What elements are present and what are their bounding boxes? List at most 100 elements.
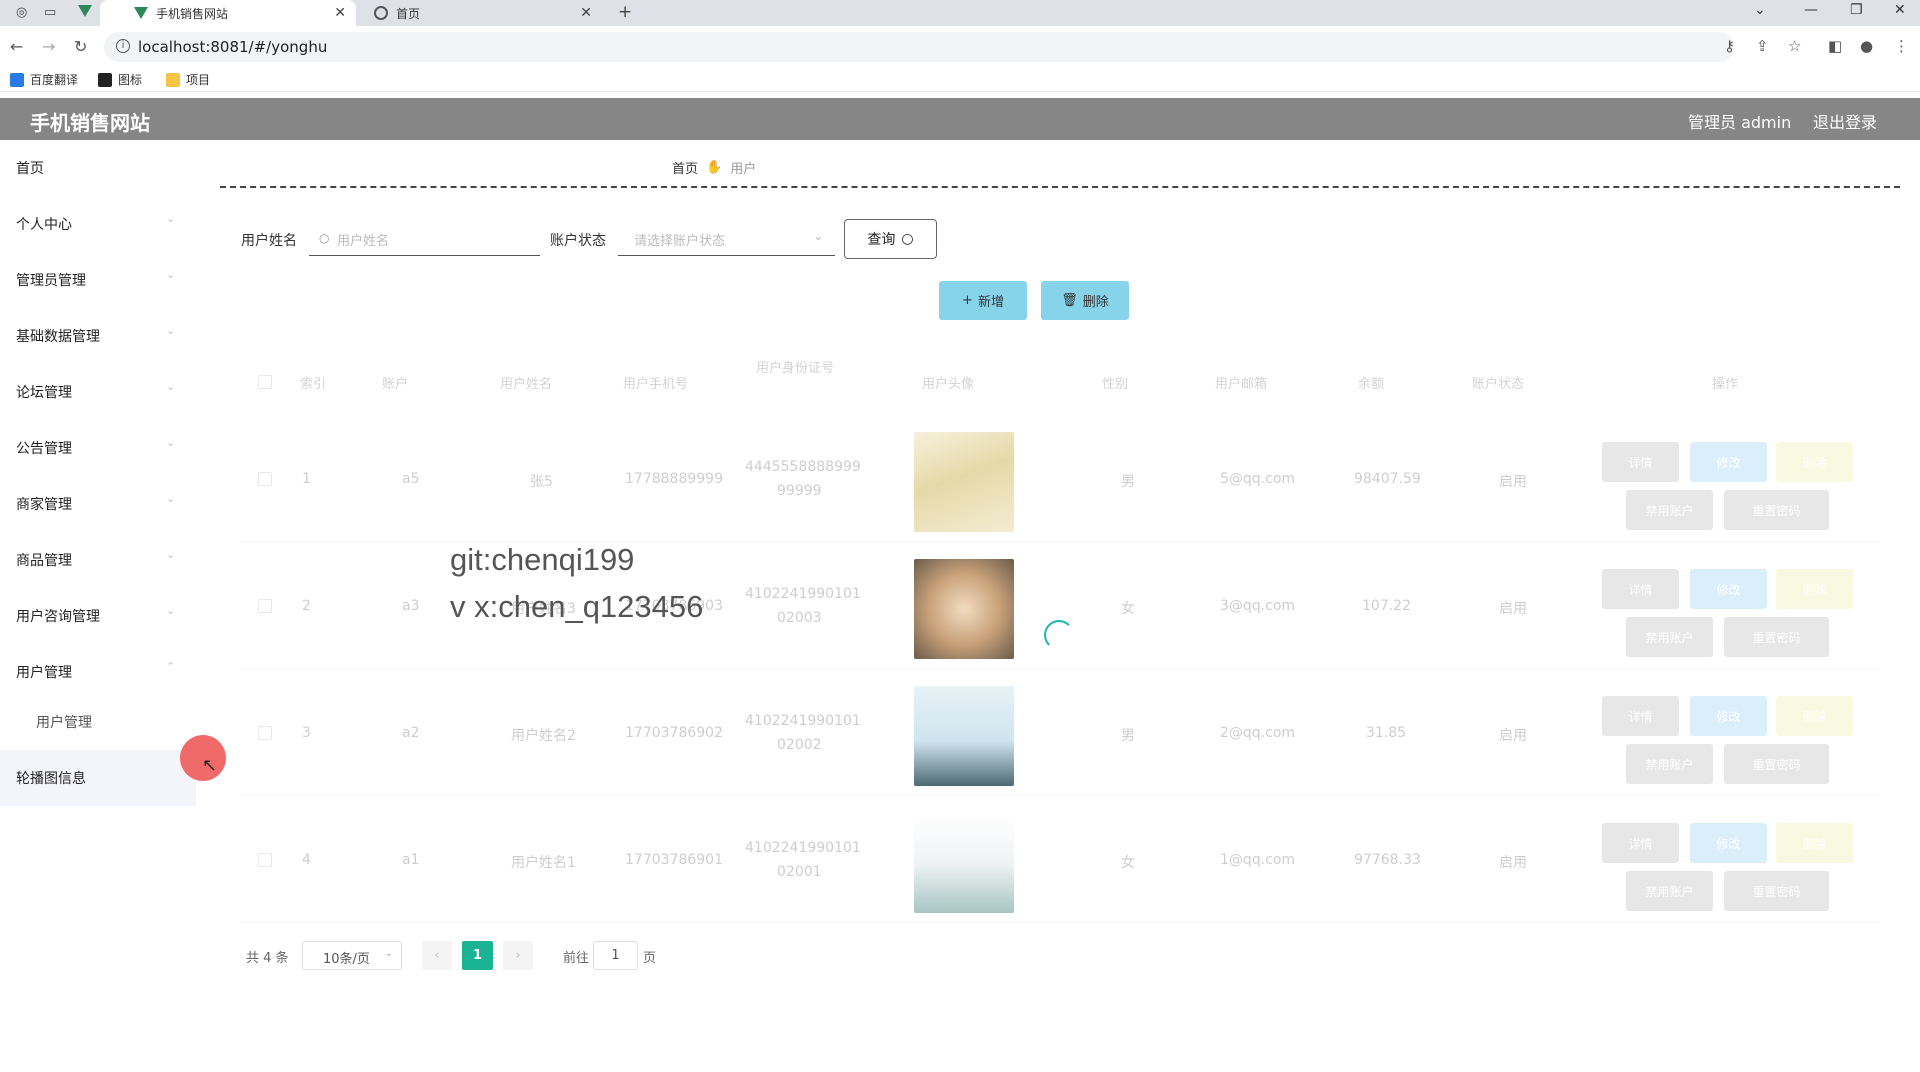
goto-page-input[interactable]: 1 — [593, 941, 638, 970]
delete-row-button[interactable]: 删除 — [1776, 696, 1853, 736]
cell-index: 2 — [302, 598, 311, 614]
restore-icon[interactable]: ❐ — [1850, 2, 1863, 18]
sidebar-item-goods[interactable]: 商品管理 ⌄ — [0, 532, 196, 588]
sidebar-item-basic-data[interactable]: 基础数据管理 ⌄ — [0, 308, 196, 364]
loading-spinner-icon — [1044, 620, 1074, 650]
info-icon[interactable]: i — [116, 39, 130, 53]
forward-icon[interactable]: → — [42, 37, 55, 56]
reload-icon[interactable]: ↻ — [74, 37, 87, 56]
sidebar-item-consult[interactable]: 用户咨询管理 ⌄ — [0, 588, 196, 644]
bookmark-translate[interactable]: 百度翻译 — [10, 71, 78, 88]
status-placeholder: 请选择账户状态 — [634, 234, 726, 249]
row-checkbox[interactable] — [258, 472, 272, 486]
page-number-current[interactable]: 1 — [462, 941, 493, 970]
row-checkbox[interactable] — [258, 599, 272, 613]
sidebar-item-carousel[interactable]: 轮播图信息 — [0, 750, 196, 806]
edit-button[interactable]: 修改 — [1690, 442, 1767, 482]
col-account[interactable]: 账户 — [382, 373, 408, 392]
edit-button[interactable]: 修改 — [1690, 823, 1767, 863]
menu-dots-icon[interactable]: ⋮ — [1894, 37, 1909, 55]
disable-account-button[interactable]: 禁用账户 — [1626, 744, 1713, 784]
sidebar-item-forum[interactable]: 论坛管理 ⌄ — [0, 364, 196, 420]
close-window-icon[interactable]: ✕ — [1894, 2, 1906, 18]
col-idcard[interactable]: 用户身份证号 — [756, 357, 834, 376]
sidebar-item-users[interactable]: 用户管理 ⌃ — [0, 644, 196, 700]
detail-button[interactable]: 详情 — [1602, 823, 1679, 863]
sidepanel-icon[interactable]: ◧ — [1828, 37, 1842, 55]
detail-button[interactable]: 详情 — [1602, 696, 1679, 736]
select-all-checkbox[interactable] — [258, 375, 272, 389]
bookmark-project[interactable]: 项目 — [166, 71, 210, 88]
sidebar-item-label: 用户咨询管理 — [16, 609, 100, 625]
disable-account-button[interactable]: 禁用账户 — [1626, 871, 1713, 911]
cell-balance: 97768.33 — [1354, 852, 1421, 868]
page-size-select[interactable]: 10条/页 ⌄ — [302, 941, 402, 970]
batch-delete-button[interactable]: 🗑 删除 — [1041, 281, 1129, 320]
sidebar-subitem-users[interactable]: 用户管理 — [0, 696, 196, 746]
col-balance[interactable]: 余额 — [1358, 373, 1384, 392]
sidebar-item-merchant[interactable]: 商家管理 ⌄ — [0, 476, 196, 532]
profile-icon[interactable]: ● — [1860, 37, 1873, 55]
table-row: 1 a5 张5 17788889999 4445558888999 99999 … — [240, 415, 1880, 542]
prev-page-button[interactable]: ‹ — [422, 941, 452, 970]
bookmark-icons[interactable]: 图标 — [98, 71, 142, 88]
page-size-value: 10条/页 — [323, 952, 370, 967]
new-tab-button[interactable]: + — [618, 2, 632, 22]
disable-account-button[interactable]: 禁用账户 — [1626, 490, 1713, 530]
status-select[interactable]: 请选择账户状态 ⌄ — [618, 222, 835, 256]
col-avatar[interactable]: 用户头像 — [922, 373, 974, 392]
sidebar-item-profile[interactable]: 个人中心 ⌄ — [0, 196, 196, 252]
sidebar-item-label: 论坛管理 — [16, 385, 72, 401]
url-field[interactable]: i localhost:8081/#/yonghu — [104, 32, 1734, 62]
sidebar-item-admins[interactable]: 管理员管理 ⌄ — [0, 252, 196, 308]
minimize-icon[interactable]: — — [1804, 2, 1818, 18]
edit-button[interactable]: 修改 — [1690, 696, 1767, 736]
sidebar-item-label: 商家管理 — [16, 497, 72, 513]
globe-icon[interactable]: ◎ — [16, 5, 27, 20]
delete-row-button[interactable]: 删除 — [1776, 569, 1853, 609]
star-icon[interactable]: ☆ — [1788, 37, 1801, 55]
cell-account: a2 — [402, 725, 420, 741]
add-button[interactable]: + 新增 — [939, 281, 1027, 320]
col-status[interactable]: 账户状态 — [1472, 373, 1524, 392]
delete-row-button[interactable]: 删除 — [1776, 442, 1853, 482]
address-bar: ← → ↻ i localhost:8081/#/yonghu ⚷ ⇪ ☆ ◧ … — [0, 26, 1920, 68]
sidebar-item-notice[interactable]: 公告管理 ⌄ — [0, 420, 196, 476]
cell-idcard-2: 99999 — [777, 483, 822, 499]
row-checkbox[interactable] — [258, 726, 272, 740]
detail-button[interactable]: 详情 — [1602, 569, 1679, 609]
breadcrumb-home[interactable]: 首页 — [672, 158, 698, 177]
reset-password-button[interactable]: 重置密码 — [1724, 871, 1829, 911]
close-icon[interactable]: ✕ — [334, 5, 346, 21]
blank-tab-icon[interactable]: ▭ — [44, 5, 56, 20]
key-icon[interactable]: ⚷ — [1724, 37, 1735, 55]
detail-button[interactable]: 详情 — [1602, 442, 1679, 482]
close-icon[interactable]: ✕ — [580, 5, 592, 21]
reset-password-button[interactable]: 重置密码 — [1724, 617, 1829, 657]
name-search-input[interactable]: ○ 用户姓名 — [309, 222, 540, 256]
logout-link[interactable]: 退出登录 — [1813, 109, 1877, 133]
admin-label: 管理员 admin — [1688, 113, 1792, 132]
status-label: 账户状态 — [550, 233, 606, 249]
tab-active[interactable]: 手机销售网站 ✕ — [100, 0, 356, 26]
tab-search-icon[interactable]: ⌄ — [1754, 2, 1766, 18]
back-icon[interactable]: ← — [10, 37, 23, 56]
cell-index: 1 — [302, 471, 311, 487]
row-checkbox[interactable] — [258, 853, 272, 867]
col-email[interactable]: 用户邮箱 — [1215, 373, 1267, 392]
col-name[interactable]: 用户姓名 — [500, 373, 552, 392]
vue-tab-icon[interactable] — [78, 5, 92, 21]
disable-account-button[interactable]: 禁用账户 — [1626, 617, 1713, 657]
next-page-button[interactable]: › — [503, 941, 533, 970]
tab-home[interactable]: 首页 ✕ — [362, 0, 602, 26]
reset-password-button[interactable]: 重置密码 — [1724, 744, 1829, 784]
col-gender[interactable]: 性别 — [1102, 373, 1128, 392]
sidebar-item-home[interactable]: 首页 — [0, 140, 196, 196]
cell-phone: 17788889999 — [625, 471, 723, 487]
edit-button[interactable]: 修改 — [1690, 569, 1767, 609]
reset-password-button[interactable]: 重置密码 — [1724, 490, 1829, 530]
query-button[interactable]: 查询 ○ — [844, 219, 937, 259]
delete-row-button[interactable]: 删除 — [1776, 823, 1853, 863]
col-phone[interactable]: 用户手机号 — [623, 373, 688, 392]
share-icon[interactable]: ⇪ — [1756, 37, 1769, 55]
